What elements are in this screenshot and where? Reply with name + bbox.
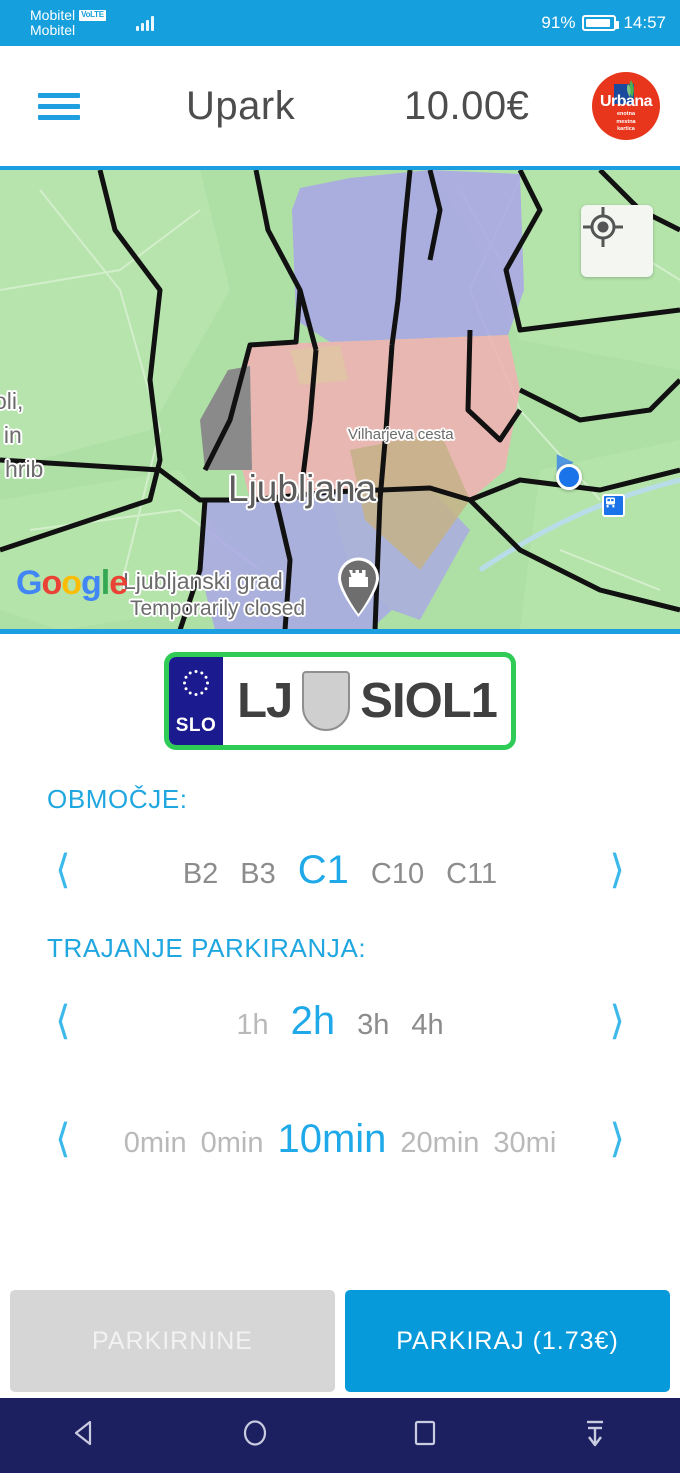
zone-section: OBMOČJE: ⟨ B2 B3 C1 C10 C11 ⟩ [0, 784, 680, 903]
signal-bars-icon [135, 15, 154, 31]
back-triangle-icon[interactable] [70, 1418, 100, 1453]
duration-section: TRAJANJE PARKIRANJA: ⟨ 1h 2h 3h 4h ⟩ ⟨ 0… [0, 933, 680, 1172]
minutes-option-0min-b[interactable]: 0min [194, 1127, 271, 1160]
crosshair-icon [583, 207, 623, 247]
home-circle-icon[interactable] [240, 1418, 270, 1453]
duration-hours-picker[interactable]: ⟨ 1h 2h 3h 4h ⟩ [0, 988, 680, 1054]
hide-navbar-arrow-icon[interactable] [580, 1417, 610, 1454]
battery-percent-label: 91% [541, 13, 576, 32]
plate-text: LJ SIOL1 [223, 671, 511, 731]
train-glyph [606, 497, 615, 508]
zone-option-b3[interactable]: B3 [240, 858, 275, 891]
carrier-name-primary: Mobitel [30, 7, 76, 24]
plate-number-label: SIOL1 [360, 674, 498, 728]
hours-option-1h[interactable]: 1h [236, 1009, 268, 1042]
map-label-temporarily-closed: Temporarily closed [130, 597, 306, 620]
map-view[interactable]: oli, k in ki hrib Vilharjeva cesta Ljubl… [0, 166, 680, 634]
battery-icon [582, 15, 620, 31]
duration-minutes-picker[interactable]: ⟨ 0min 0min 10min 20min 30mi ⟩ [0, 1106, 680, 1172]
zone-next-button[interactable]: ⟩ [609, 850, 625, 890]
minutes-prev-button[interactable]: ⟨ [55, 1119, 71, 1159]
hours-option-4h[interactable]: 4h [411, 1009, 443, 1042]
carrier-info: Mobitel VoLTE Mobitel [30, 8, 106, 37]
zone-picker[interactable]: ⟨ B2 B3 C1 C10 C11 ⟩ [0, 837, 680, 903]
license-plate-section: SLO LJ SIOL1 [0, 652, 680, 750]
status-bar-right: 91% 14:57 [541, 0, 666, 46]
zone-option-b2[interactable]: B2 [183, 858, 218, 891]
hours-next-button[interactable]: ⟩ [609, 1001, 625, 1041]
action-buttons: PARKIRNINE PARKIRAJ (1.73€) [0, 1290, 680, 1392]
logo-tagline: enotna mestna kartica [616, 111, 636, 133]
hamburger-icon[interactable] [38, 87, 80, 126]
license-plate[interactable]: SLO LJ SIOL1 [164, 652, 516, 750]
hours-option-3h[interactable]: 3h [357, 1009, 389, 1042]
my-location-dot-icon [556, 464, 582, 490]
hours-options: 1h 2h 3h 4h [71, 999, 610, 1044]
map-edge-label-3: ki hrib [0, 456, 44, 482]
zone-option-c10[interactable]: C10 [371, 858, 424, 891]
logo-name: Urbana [599, 93, 653, 111]
parking-fees-button[interactable]: PARKIRNINE [10, 1290, 335, 1392]
status-bar-left: Mobitel VoLTE Mobitel [0, 8, 154, 37]
zone-prev-button[interactable]: ⟨ [55, 850, 71, 890]
carrier-row-primary: Mobitel VoLTE [30, 8, 106, 23]
eu-band: SLO [169, 657, 223, 745]
park-now-button[interactable]: PARKIRAJ (1.73€) [345, 1290, 670, 1392]
plate-region-label: LJ [237, 674, 293, 728]
minutes-option-0min-a[interactable]: 0min [117, 1127, 194, 1160]
carrier-name-secondary: Mobitel [30, 22, 76, 38]
minutes-option-10min-selected[interactable]: 10min [270, 1117, 393, 1162]
minutes-next-button[interactable]: ⟩ [609, 1119, 625, 1159]
app-header: Upark 10.00€ Urbana enotna mestna kartic… [0, 46, 680, 166]
zone-section-label: OBMOČJE: [47, 784, 188, 814]
android-navigation-bar [0, 1398, 680, 1473]
minutes-option-20min[interactable]: 20min [393, 1127, 486, 1160]
map-label-ljubljanski-grad: Ljubljanski grad [123, 568, 283, 594]
my-location-button[interactable] [581, 205, 653, 277]
page-title: Upark [186, 83, 296, 128]
train-station-icon[interactable] [602, 494, 625, 517]
minutes-options: 0min 0min 10min 20min 30mi [71, 1117, 610, 1162]
country-code-label: SLO [175, 715, 217, 736]
urbana-logo[interactable]: Urbana enotna mestna kartica [592, 72, 660, 140]
hours-prev-button[interactable]: ⟨ [55, 1001, 71, 1041]
google-attribution-logo: Google [16, 564, 128, 602]
eu-stars-icon [183, 670, 209, 696]
account-balance: 10.00€ [404, 83, 530, 128]
hours-option-2h-selected[interactable]: 2h [291, 999, 336, 1044]
map-label-city: Ljubljana [228, 468, 377, 509]
map-edge-label-1: oli, [0, 388, 24, 414]
map-edge-label-2: k in [0, 422, 22, 448]
volte-badge: VoLTE [79, 10, 106, 21]
zone-option-c11[interactable]: C11 [446, 858, 497, 891]
status-bar: Mobitel VoLTE Mobitel 91% 14:57 [0, 0, 680, 46]
clock-label: 14:57 [623, 13, 666, 32]
city-crest-icon [302, 671, 351, 731]
map-label-vilharjeva-cesta: Vilharjeva cesta [348, 426, 454, 443]
recents-square-icon[interactable] [410, 1418, 440, 1453]
zone-option-c1-selected[interactable]: C1 [298, 848, 349, 893]
minutes-option-30min[interactable]: 30mi [486, 1127, 563, 1160]
duration-section-label: TRAJANJE PARKIRANJA: [47, 933, 367, 963]
zone-options: B2 B3 C1 C10 C11 [71, 848, 610, 893]
